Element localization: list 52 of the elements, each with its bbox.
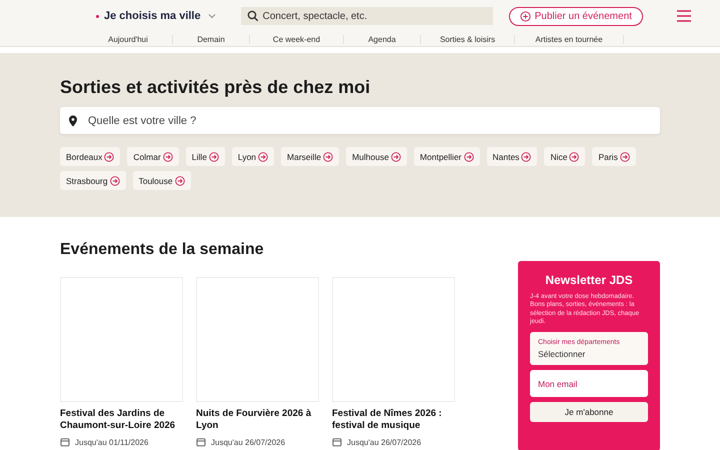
city-chip[interactable]: Nantes (486, 147, 538, 166)
menu-icon[interactable] (676, 9, 692, 23)
search-field[interactable]: Concert, spectacle, etc. (240, 7, 493, 25)
nav-link[interactable]: Agenda (344, 34, 421, 44)
city-selector[interactable]: Je choisis ma ville (104, 10, 217, 22)
subscribe-button[interactable]: Je m'abonne (530, 402, 648, 422)
arrow-circle-icon (174, 176, 185, 186)
bullet-icon (96, 14, 99, 18)
city-chip[interactable]: Mulhouse (346, 147, 407, 166)
city-chip[interactable]: Colmar (127, 147, 179, 166)
city-chip[interactable]: Bordeaux (60, 147, 120, 166)
arrow-circle-icon (162, 152, 173, 162)
city-chip[interactable]: Lille (186, 147, 225, 166)
nav-link[interactable]: Aujourd'hui (84, 34, 173, 44)
arrow-circle-icon (258, 152, 268, 162)
event-date: Jusqu'au 26/07/2026 (347, 438, 422, 446)
city-chip[interactable]: Montpellier (414, 147, 480, 166)
arrow-circle-icon (208, 152, 219, 162)
city-chip[interactable]: Marseille (281, 147, 340, 166)
publish-button[interactable]: Publier un événement (508, 6, 643, 26)
arrow-circle-icon (104, 152, 114, 162)
arrow-circle-icon (464, 152, 474, 162)
arrow-circle-icon (323, 152, 334, 162)
plus-icon (520, 10, 531, 22)
chevron-icon (206, 11, 217, 21)
calendar-icon (196, 437, 206, 447)
city-chip[interactable]: Lyon (232, 147, 274, 166)
nav-link[interactable]: Demain (173, 34, 250, 44)
city-chip[interactable]: Nice (544, 147, 586, 166)
calendar-icon (332, 437, 342, 447)
event-date: Jusqu'au 01/11/2026 (75, 438, 148, 446)
section-title: Sorties et activités près de chez moi (60, 77, 372, 98)
city-chip[interactable]: Paris (592, 147, 636, 166)
city-chip[interactable]: Strasbourg (60, 171, 126, 190)
nav-link[interactable]: Sorties & loisirs (421, 34, 515, 44)
newsletter-title: Newsletter JDS (544, 273, 634, 287)
city-search-field[interactable]: Quelle est votre ville ? (60, 107, 660, 134)
email-field[interactable]: Mon email (530, 370, 648, 398)
event-title[interactable]: Festival des Jardins de Chaumont-sur-Loire 2026 (60, 408, 183, 432)
nav-link[interactable]: Artistes en tournée (515, 34, 624, 44)
calendar-icon (60, 437, 70, 447)
city-chip[interactable]: Toulouse (132, 171, 191, 190)
arrow-circle-icon (569, 152, 580, 162)
arrow-circle-icon (390, 152, 401, 162)
arrow-circle-icon (110, 176, 120, 186)
event-title[interactable]: Nuits de Fourvière 2026 à Lyon (196, 408, 319, 432)
section-title: Evénements de la semaine (60, 241, 265, 259)
arrow-circle-icon (521, 152, 532, 162)
nav-link[interactable]: Ce week-end (250, 34, 344, 44)
arrow-circle-icon (620, 152, 630, 162)
event-date: Jusqu'au 26/07/2026 (211, 438, 286, 446)
event-title[interactable]: Festival de Nîmes 2026 : festival de musique (332, 408, 455, 432)
